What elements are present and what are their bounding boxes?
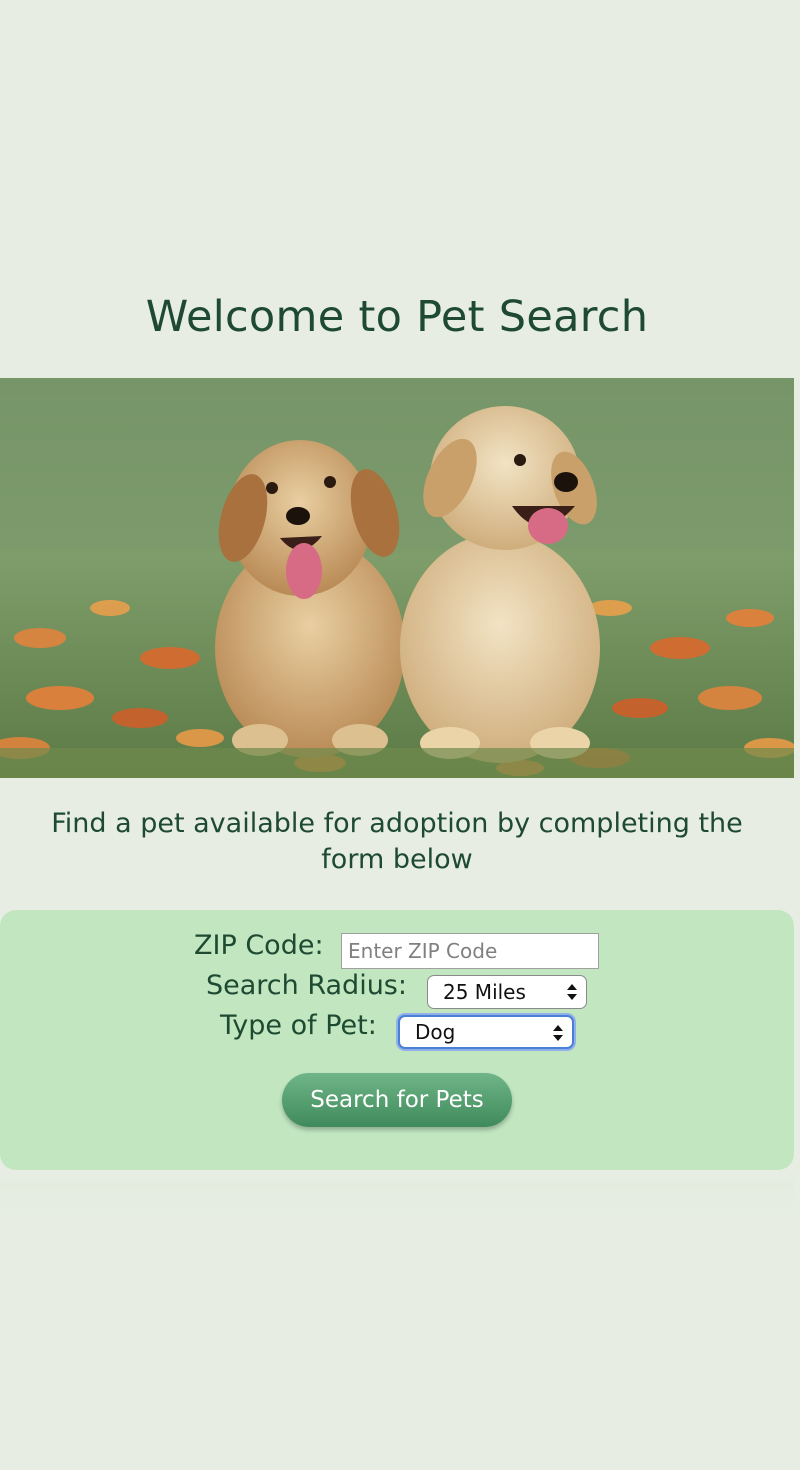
pet-type-select[interactable]: Dog (398, 1015, 574, 1049)
select-arrows-icon (553, 1025, 563, 1041)
search-for-pets-button[interactable]: Search for Pets (282, 1073, 512, 1127)
radius-selected-value: 25 Miles (443, 980, 526, 1004)
page: Welcome to Pet Search Find a pet availab… (0, 0, 800, 1470)
select-arrows-icon (567, 984, 577, 1000)
zip-input[interactable] (341, 933, 599, 969)
radius-label: Search Radius: (206, 970, 407, 1001)
zip-label: ZIP Code: (194, 930, 324, 961)
page-title: Welcome to Pet Search (145, 292, 649, 342)
pet-type-selected-value: Dog (415, 1020, 456, 1044)
radius-select[interactable]: 25 Miles (427, 975, 587, 1009)
hero-image (0, 378, 794, 778)
pet-type-label: Type of Pet: (220, 1010, 377, 1041)
puppies-photo (0, 378, 794, 778)
search-form: ZIP Code: Search Radius: 25 Miles Type o… (0, 910, 794, 1170)
intro-text: Find a pet available for adoption by com… (51, 808, 743, 875)
footer-shade (0, 1180, 794, 1220)
